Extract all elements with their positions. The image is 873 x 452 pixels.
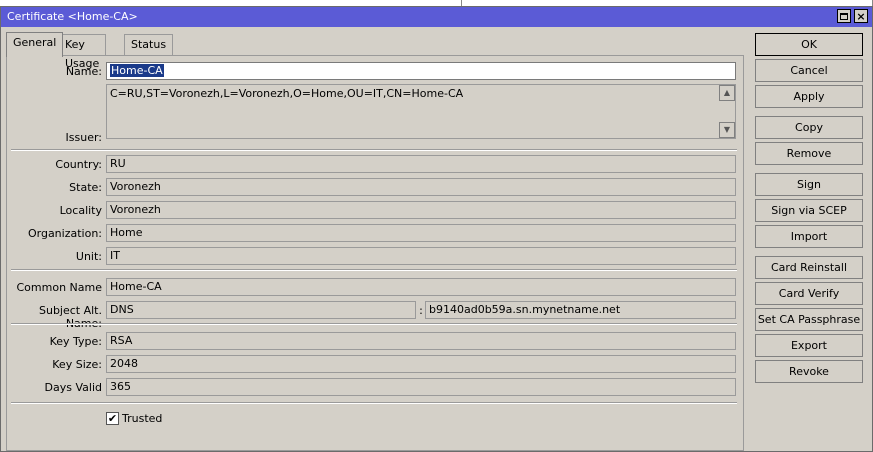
card-reinstall-button[interactable]: Card Reinstall xyxy=(755,256,863,279)
locality-label: Locality xyxy=(59,204,102,217)
unit-label: Unit: xyxy=(75,250,102,263)
tab-key-usage[interactable]: Key Usage xyxy=(58,34,107,70)
issuer-label: Issuer: xyxy=(65,131,102,144)
sign-button[interactable]: Sign xyxy=(755,173,863,196)
key-type-label: Key Type: xyxy=(49,335,102,348)
set-ca-passphrase-button[interactable]: Set CA Passphrase xyxy=(755,308,863,331)
window-title: Certificate <Home-CA> xyxy=(7,10,138,23)
organization-label: Organization: xyxy=(27,227,102,240)
issuer-scrollbar[interactable]: ▲ ▼ xyxy=(719,85,735,138)
unit-field[interactable]: IT xyxy=(106,247,736,265)
separator xyxy=(11,323,737,325)
trusted-label: Trusted xyxy=(122,412,163,425)
close-icon: × xyxy=(856,9,866,23)
days-valid-field[interactable]: 365 xyxy=(106,378,736,396)
subject-alt-name-type[interactable]: DNS xyxy=(106,301,416,319)
separator xyxy=(11,149,737,151)
scroll-down-icon[interactable]: ▼ xyxy=(719,122,735,138)
country-label: Country: xyxy=(55,158,102,171)
certificate-dialog: Certificate <Home-CA> × General Key Usag… xyxy=(0,6,873,452)
import-button[interactable]: Import xyxy=(755,225,863,248)
ok-button[interactable]: OK xyxy=(755,33,863,56)
tab-general[interactable]: General xyxy=(6,32,64,57)
apply-button[interactable]: Apply xyxy=(755,85,863,108)
card-verify-button[interactable]: Card Verify xyxy=(755,282,863,305)
name-field[interactable]: Home-CA xyxy=(106,62,736,80)
state-field[interactable]: Voronezh xyxy=(106,178,736,196)
trusted-checkbox[interactable]: ✔ xyxy=(106,412,119,425)
tab-status[interactable]: Status xyxy=(124,34,174,55)
key-size-label: Key Size: xyxy=(52,358,102,371)
remove-button[interactable]: Remove xyxy=(755,142,863,165)
separator xyxy=(11,269,737,271)
name-label: Name: xyxy=(65,65,102,78)
subject-alt-name-value[interactable]: b9140ad0b59a.sn.mynetname.net xyxy=(425,301,736,319)
days-valid-label: Days Valid xyxy=(44,381,102,394)
revoke-button[interactable]: Revoke xyxy=(755,360,863,383)
copy-button[interactable]: Copy xyxy=(755,116,863,139)
country-field[interactable]: RU xyxy=(106,155,736,173)
close-button[interactable]: × xyxy=(854,9,868,23)
scroll-up-icon[interactable]: ▲ xyxy=(719,85,735,101)
cancel-button[interactable]: Cancel xyxy=(755,59,863,82)
name-value: Home-CA xyxy=(110,64,164,77)
subject-alt-name-separator: : xyxy=(419,304,423,317)
key-size-field[interactable]: 2048 xyxy=(106,355,736,373)
subject-alt-name-label: Subject Alt. Name: xyxy=(38,304,102,330)
maximize-button[interactable] xyxy=(837,9,851,23)
title-bar[interactable]: Certificate <Home-CA> × xyxy=(1,7,872,27)
issuer-field[interactable]: C=RU,ST=Voronezh,L=Voronezh,O=Home,OU=IT… xyxy=(106,84,736,139)
issuer-value: C=RU,ST=Voronezh,L=Voronezh,O=Home,OU=IT… xyxy=(110,87,464,100)
common-name-field[interactable]: Home-CA xyxy=(106,278,736,296)
separator xyxy=(11,402,737,404)
locality-field[interactable]: Voronezh xyxy=(106,201,736,219)
maximize-icon xyxy=(840,12,848,20)
export-button[interactable]: Export xyxy=(755,334,863,357)
sign-via-scep-button[interactable]: Sign via SCEP xyxy=(755,199,863,222)
key-type-field[interactable]: RSA xyxy=(106,332,736,350)
state-label: State: xyxy=(69,181,102,194)
organization-field[interactable]: Home xyxy=(106,224,736,242)
common-name-label: Common Name xyxy=(16,281,103,294)
